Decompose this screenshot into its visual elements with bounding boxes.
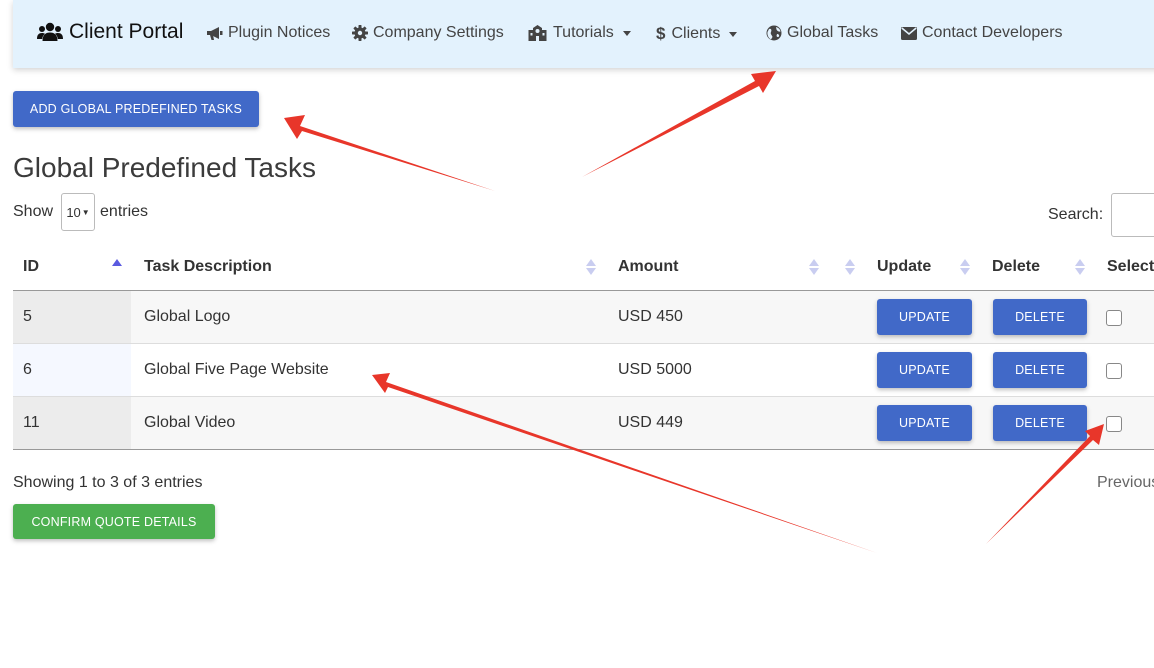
sort-icon[interactable] (845, 258, 855, 276)
search-label: Search: (1048, 206, 1104, 223)
cell-description: Global Video (144, 414, 236, 431)
update-button[interactable]: UPDATE (877, 405, 972, 441)
entries-per-page-select[interactable]: 10 ▼ (61, 193, 96, 231)
arrow-to-global-tasks (582, 71, 776, 177)
sort-icon[interactable] (586, 258, 596, 276)
megaphone-icon (207, 26, 223, 40)
length-menu: Show 10 ▼ entries (13, 193, 148, 231)
nav-label: Plugin Notices (228, 24, 331, 41)
nav-clients[interactable]: $ Clients (656, 24, 738, 44)
table-bottom-divider (13, 449, 1154, 450)
nav-tutorials[interactable]: Tutorials (527, 24, 631, 42)
top-navbar: Client Portal Plugin Notices Company Set… (13, 0, 1154, 68)
show-label: Show (13, 203, 54, 220)
delete-button[interactable]: DELETE (993, 352, 1087, 388)
table-info: Showing 1 to 3 of 3 entries (13, 474, 203, 491)
delete-button[interactable]: DELETE (993, 405, 1087, 441)
cell-amount: USD 5000 (618, 361, 692, 378)
confirm-quote-details-button[interactable]: CONFIRM QUOTE DETAILS (13, 504, 215, 539)
cell-amount: USD 449 (618, 414, 683, 431)
nav-label: Global Tasks (787, 24, 879, 41)
cell-description: Global Five Page Website (144, 361, 329, 378)
cell-amount: USD 450 (618, 308, 683, 325)
cell-id: 11 (23, 414, 40, 431)
select-checkbox[interactable] (1106, 416, 1122, 432)
cell-id: 6 (23, 361, 32, 378)
nav-plugin-notices[interactable]: Plugin Notices (206, 24, 330, 42)
column-header-amount[interactable]: Amount (618, 258, 678, 276)
search-input[interactable] (1111, 193, 1154, 237)
nav-label: Company Settings (373, 24, 504, 41)
column-header-delete[interactable]: Delete (992, 258, 1040, 276)
update-button[interactable]: UPDATE (877, 352, 972, 388)
column-header-id[interactable]: ID (23, 258, 39, 276)
globe-icon (766, 25, 782, 41)
nav-label: Contact Developers (922, 24, 1063, 41)
sort-ascending-icon[interactable] (112, 258, 122, 276)
sort-icon[interactable] (960, 258, 970, 276)
users-icon (37, 22, 63, 41)
sort-icon[interactable] (809, 258, 819, 276)
sort-icon[interactable] (1075, 258, 1085, 276)
page-title: Global Predefined Tasks (13, 152, 316, 183)
table-row: 11 Global Video USD 449 UPDATE DELETE (13, 397, 1154, 450)
add-global-predefined-tasks-button[interactable]: ADD GLOBAL PREDEFINED TASKS (13, 91, 259, 127)
entries-select-value: 10 (66, 204, 81, 220)
table-row: 6 Global Five Page Website USD 5000 UPDA… (13, 344, 1154, 397)
nav-label: Tutorials (553, 24, 614, 41)
nav-company-settings[interactable]: Company Settings (352, 24, 504, 42)
gear-icon (352, 25, 368, 41)
nav-global-tasks[interactable]: Global Tasks (766, 24, 878, 42)
update-button[interactable]: UPDATE (877, 299, 972, 335)
envelope-icon (901, 26, 917, 40)
chevron-down-icon (622, 30, 631, 36)
select-checkbox[interactable] (1106, 310, 1122, 326)
previous-page-button[interactable]: Previous (1097, 474, 1154, 492)
school-icon (528, 25, 547, 41)
entries-label: entries (100, 203, 149, 220)
select-checkbox[interactable] (1106, 363, 1122, 379)
delete-button[interactable]: DELETE (993, 299, 1087, 335)
chevron-down-icon (729, 31, 738, 37)
column-header-update[interactable]: Update (877, 258, 931, 276)
brand-link[interactable]: Client Portal (37, 20, 183, 44)
brand-label: Client Portal (69, 20, 184, 43)
column-header-select[interactable]: Select (1107, 258, 1154, 276)
nav-contact-developers[interactable]: Contact Developers (901, 24, 1063, 42)
dollar-icon: $ (656, 24, 666, 43)
table-row: 5 Global Logo USD 450 UPDATE DELETE (13, 291, 1154, 344)
chevron-down-icon: ▼ (81, 207, 90, 217)
nav-label: Clients (671, 25, 721, 42)
column-header-task-description[interactable]: Task Description (144, 258, 272, 276)
cell-id: 5 (23, 308, 32, 325)
cell-description: Global Logo (144, 308, 231, 325)
